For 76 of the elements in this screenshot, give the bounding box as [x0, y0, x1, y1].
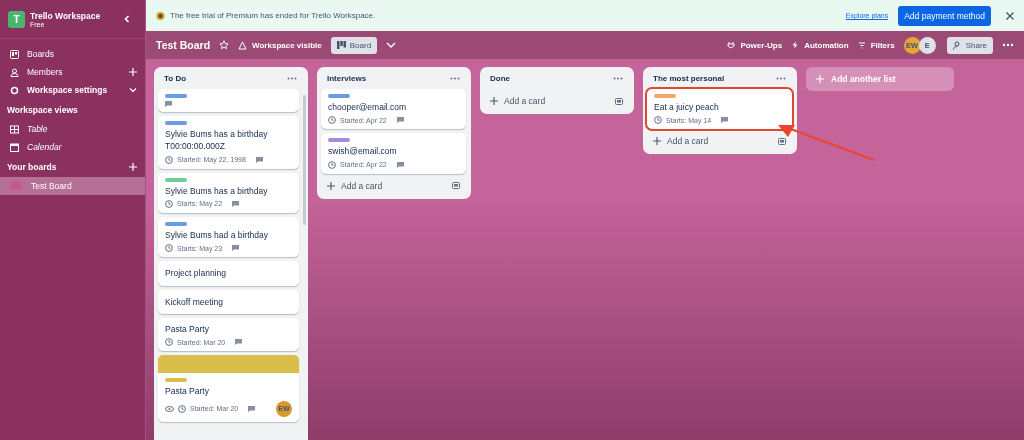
- collapse-icon[interactable]: [123, 15, 131, 23]
- filter-icon: [857, 41, 866, 49]
- card-title: Pasta Party: [165, 385, 210, 398]
- card-title: Project planning: [165, 267, 227, 280]
- clock-icon: [165, 338, 173, 347]
- header-action-button[interactable]: Power-Ups: [727, 40, 783, 50]
- add-icon: [653, 137, 661, 146]
- template-icon[interactable]: [778, 137, 786, 145]
- card-title: Sylvie Bums has a birthday T00:00:00.000Z: [165, 128, 269, 153]
- list-title[interactable]: Done: [490, 74, 510, 83]
- add-icon: [816, 75, 824, 83]
- card[interactable]: Project planning: [158, 261, 299, 286]
- add-card-button[interactable]: Add a card: [653, 136, 709, 147]
- clock-icon: [165, 244, 173, 253]
- clock-icon: [165, 199, 173, 208]
- clock-icon: [328, 160, 336, 169]
- more-icon[interactable]: [613, 77, 623, 80]
- card-title: Sylvie Bums has a birthday: [165, 184, 269, 197]
- sidebar-item[interactable]: Calendar: [0, 138, 145, 156]
- board-title[interactable]: Test Board: [156, 39, 211, 51]
- list-title[interactable]: To Do: [164, 74, 187, 83]
- share-button[interactable]: Share: [946, 36, 993, 54]
- card-title: Sylvie Bums had a birthday: [165, 228, 269, 242]
- list-title[interactable]: The most personal: [653, 74, 725, 83]
- card-title: Pasta Party: [165, 322, 210, 336]
- visibility-button[interactable]: Workspace visible: [238, 40, 322, 50]
- card-title: swish@email.com: [328, 145, 398, 158]
- clock-icon: [165, 155, 173, 164]
- medal-icon: [156, 10, 165, 21]
- chevron-down-icon[interactable]: [386, 41, 397, 49]
- header-action-button[interactable]: Automation: [791, 40, 849, 50]
- clock-icon: [328, 116, 336, 125]
- list-title[interactable]: Interviews: [327, 74, 367, 83]
- clock-icon: [178, 404, 186, 413]
- section-heading: Your boards: [7, 162, 57, 172]
- section-heading: Workspace views: [7, 105, 78, 115]
- more-icon[interactable]: [776, 77, 786, 80]
- card-title: Kickoff meeting: [165, 295, 224, 308]
- workspace-name: Trello Workspace: [30, 10, 102, 21]
- template-icon[interactable]: [615, 97, 623, 105]
- card[interactable]: Kickoff meeting: [158, 289, 299, 314]
- card-title: Eat a juicy peach: [654, 101, 720, 114]
- plug-icon: [727, 41, 736, 49]
- card-title: chooper@email.com: [328, 101, 408, 114]
- close-icon[interactable]: [1006, 11, 1014, 20]
- chevron-down-icon[interactable]: [129, 86, 137, 94]
- add-icon[interactable]: [129, 163, 137, 171]
- scrollbar[interactable]: [303, 95, 306, 225]
- add-icon: [327, 181, 335, 190]
- board-icon: [336, 41, 346, 49]
- sidebar-item[interactable]: Workspace settings: [0, 81, 145, 99]
- banner-message: The free trial of Premium has ended for Trello Workspace.: [170, 11, 376, 20]
- sidebar-item[interactable]: Members: [0, 63, 145, 81]
- more-icon[interactable]: [450, 77, 460, 80]
- bolt-icon: [791, 41, 800, 49]
- sidebar-board-item[interactable]: Test Board: [0, 177, 145, 195]
- more-icon[interactable]: [1002, 43, 1014, 47]
- template-icon[interactable]: [452, 182, 460, 190]
- board-icon: [10, 49, 19, 59]
- add-icon[interactable]: [129, 68, 137, 76]
- board-view-tab[interactable]: Board: [330, 36, 378, 54]
- clock-icon: [654, 116, 662, 125]
- star-icon[interactable]: [219, 40, 230, 50]
- more-icon[interactable]: [287, 77, 297, 80]
- add-icon: [490, 97, 498, 105]
- settings-icon: [10, 85, 19, 95]
- card[interactable]: [158, 89, 299, 112]
- add-card-button[interactable]: Add a card: [490, 96, 546, 106]
- sidebar-item[interactable]: Table: [0, 120, 145, 138]
- calendar-icon: [10, 142, 19, 152]
- add-payment-button[interactable]: Add payment method: [898, 5, 991, 26]
- workspace-logo: T: [8, 10, 25, 28]
- table-icon: [10, 124, 19, 134]
- header-action-button[interactable]: Filters: [857, 40, 895, 50]
- add-card-button[interactable]: Add a card: [327, 180, 383, 191]
- sidebar-item[interactable]: Boards: [0, 45, 145, 63]
